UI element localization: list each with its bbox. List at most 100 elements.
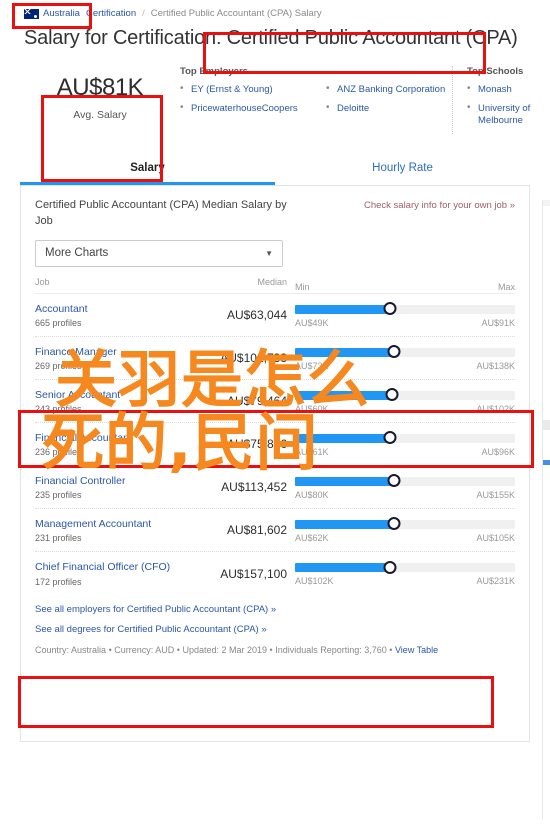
australia-flag-icon (24, 8, 39, 19)
column-header-job: Job (35, 276, 50, 287)
range-min-label: AU$61K (295, 446, 329, 457)
top-schools-list: Monash University of Melbourne (467, 83, 550, 127)
job-title-link[interactable]: Financial Accountant (35, 432, 175, 446)
range-track (295, 345, 515, 359)
page-title: Salary for Certification: Certified Publ… (24, 27, 518, 49)
range-min-label: AU$73K (295, 360, 329, 371)
column-header-max: Max (497, 281, 515, 292)
meta-dot-3: • (269, 644, 273, 655)
range-knob[interactable] (387, 517, 401, 531)
range-min-label: AU$62K (295, 532, 329, 543)
rail-placeholder-1 (543, 200, 550, 206)
column-header-median: Median (257, 276, 287, 287)
top-employers-section: Top Employers EY (Ernst & Young) Pricewa… (162, 66, 452, 122)
range-min-label: AU$60K (295, 403, 329, 414)
range-knob[interactable] (383, 431, 397, 445)
tab-hourly-rate[interactable]: Hourly Rate (275, 154, 530, 185)
right-sidebar-rail (542, 200, 550, 820)
job-title-link[interactable]: Management Accountant (35, 518, 175, 532)
table-row: Financial Accountant 236 profiles AU$75,85… (35, 423, 515, 466)
range-knob[interactable] (387, 474, 401, 488)
range-fill (295, 563, 390, 573)
meta-dot-4: • (389, 644, 393, 655)
range-min-label: AU$49K (295, 317, 329, 328)
range-fill (295, 347, 394, 357)
range-track (295, 388, 515, 402)
range-max-label: AU$105K (476, 532, 515, 543)
card-title: Certified Public Accountant (CPA) Median… (35, 199, 287, 227)
country-selector[interactable]: Australia (24, 8, 80, 19)
range-track (295, 302, 515, 316)
rail-placeholder-3 (543, 460, 550, 465)
range-max-label: AU$96K (481, 446, 515, 457)
breadcrumb-separator: / (142, 8, 145, 19)
range-track (295, 517, 515, 531)
range-fill (295, 433, 390, 443)
range-min-label: AU$80K (295, 489, 329, 500)
card-meta: Country: Australia • Currency: AUD • Upd… (21, 644, 529, 655)
range-max-label: AU$138K (476, 360, 515, 371)
job-profile-count: 235 profiles (35, 490, 82, 501)
top-schools-heading: Top Schools (467, 66, 524, 77)
salary-range-bar[interactable]: AU$61K AU$96K (295, 431, 515, 457)
chevron-down-icon: ▼ (265, 248, 273, 258)
table-row: Finance Manager 269 profiles AU$102,733 AU$… (35, 337, 515, 380)
average-salary-value: AU$81K (56, 74, 144, 101)
range-max-label: AU$91K (481, 317, 515, 328)
salary-range-bar[interactable]: AU$102K AU$231K (295, 560, 515, 587)
table-row: Financial Controller 235 profiles AU$113,4… (35, 466, 515, 509)
range-min-label: AU$102K (295, 576, 334, 587)
list-item[interactable]: PricewaterhouseCoopers (180, 102, 306, 115)
meta-updated: Updated: 2 Mar 2019 (182, 644, 268, 655)
list-item[interactable]: Monash (467, 83, 550, 96)
breadcrumb: Australia Certification / Certified Publ… (0, 0, 550, 25)
job-title-link[interactable]: Accountant (35, 303, 175, 317)
median-salary-value: AU$81,602 (226, 523, 287, 538)
salary-range-bar[interactable]: AU$80K AU$155K (295, 474, 515, 500)
list-item[interactable]: University of Melbourne (467, 102, 550, 127)
list-item[interactable]: EY (Ernst & Young) (180, 83, 306, 96)
table-header-row: Job Median Min Max (35, 277, 515, 294)
job-profile-count: 243 profiles (35, 404, 82, 415)
range-track (295, 474, 515, 488)
salary-tabs: Salary Hourly Rate (20, 154, 530, 186)
salary-range-bar[interactable]: AU$73K AU$138K (295, 345, 515, 371)
see-all-degrees-link[interactable]: See all degrees for Certified Public Acc… (35, 624, 515, 635)
average-salary-label: Avg. Salary (73, 109, 127, 121)
more-charts-select[interactable]: More Charts ▼ (35, 239, 283, 267)
range-fill (295, 304, 390, 314)
range-fill (295, 390, 392, 400)
tab-salary[interactable]: Salary (20, 154, 275, 185)
range-knob[interactable] (387, 345, 401, 359)
meta-currency: Currency: AUD (114, 644, 175, 655)
view-table-link[interactable]: View Table (395, 645, 438, 655)
table-row: Accountant 665 profiles AU$63,044 AU$49K AU$… (35, 294, 515, 337)
range-track (295, 431, 515, 445)
table-row: Management Accountant 231 profiles AU$81,6… (35, 509, 515, 552)
salary-range-bar[interactable]: AU$60K AU$102K (295, 388, 515, 414)
job-title-link[interactable]: Senior Accountant (35, 389, 175, 403)
list-item[interactable]: Deloitte (326, 102, 452, 115)
breadcrumb-item-certification[interactable]: Certification (86, 8, 136, 19)
see-all-employers-link[interactable]: See all employers for Certified Public A… (35, 604, 515, 615)
top-employers-heading: Top Employers (180, 66, 248, 77)
range-knob[interactable] (383, 302, 397, 316)
job-title-link[interactable]: Financial Controller (35, 475, 175, 489)
card-footer-links: See all employers for Certified Public A… (21, 595, 529, 635)
check-salary-info-link[interactable]: Check salary info for your own job » (364, 198, 515, 211)
breadcrumb-country-label[interactable]: Australia (43, 8, 80, 19)
salary-range-bar[interactable]: AU$62K AU$105K (295, 517, 515, 543)
median-salary-value: AU$63,044 (226, 308, 287, 323)
job-title-link[interactable]: Finance Manager (35, 346, 175, 360)
median-salary-card: Certified Public Accountant (CPA) Median… (20, 186, 530, 742)
meta-country: Country: Australia (35, 644, 107, 655)
salary-range-bar[interactable]: AU$49K AU$91K (295, 302, 515, 328)
range-knob[interactable] (385, 388, 399, 402)
range-fill (295, 519, 394, 529)
range-knob[interactable] (383, 560, 397, 574)
list-item[interactable]: ANZ Banking Corporation (326, 83, 452, 96)
job-title-link[interactable]: Chief Financial Officer (CFO) (35, 561, 175, 575)
median-salary-value: AU$157,100 (220, 566, 287, 581)
column-header-min: Min (295, 281, 310, 292)
range-fill (295, 476, 394, 486)
